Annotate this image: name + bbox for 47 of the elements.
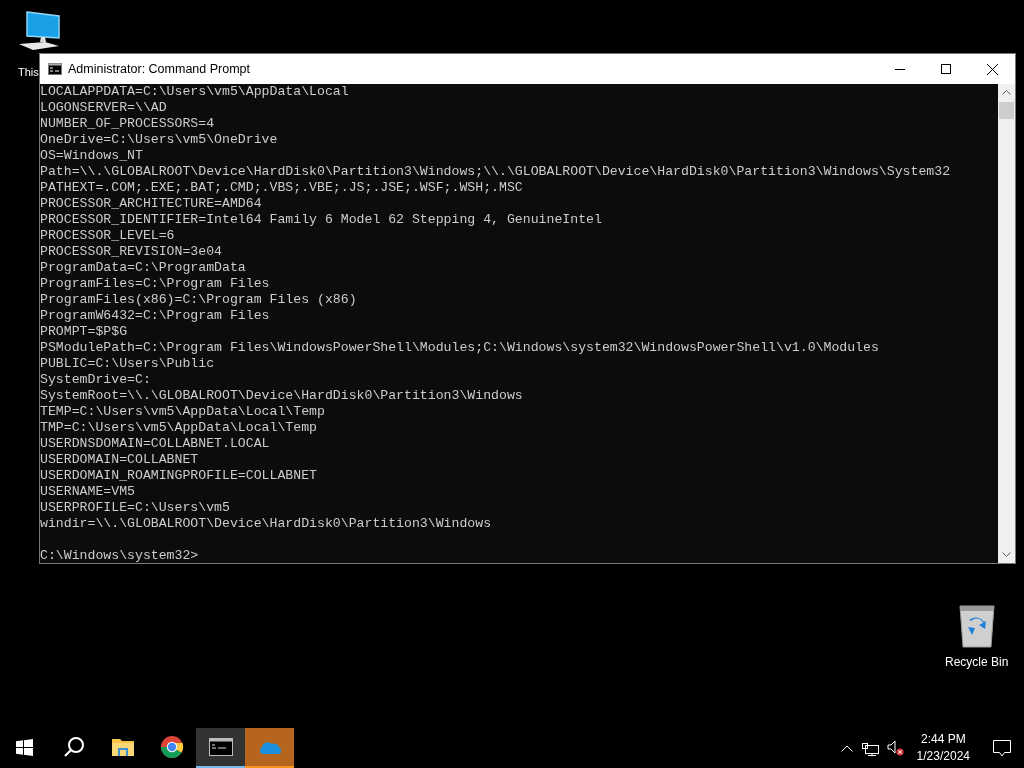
clock-date: 1/23/2024 bbox=[916, 748, 970, 765]
console-line: windir=\\.\GLOBALROOT\Device\HardDisk0\Partition3\Windows bbox=[40, 516, 492, 532]
browser-icon bbox=[159, 735, 184, 759]
console-line: PATHEXT=.COM;.EXE;.BAT;.CMD;.VBS;.VBE;.JS;.JSE;.WSF;.WSH;.MSC bbox=[40, 180, 523, 196]
console-line: PUBLIC=C:\Users\Public bbox=[40, 356, 215, 372]
clock-time: 2:44 PM bbox=[920, 731, 966, 748]
console-line: OneDrive=C:\Users\vm5\OneDrive bbox=[40, 132, 278, 148]
console-line: PROCESSOR_LEVEL=6 bbox=[40, 228, 175, 244]
console-line: LOGONSERVER=\\AD bbox=[40, 100, 167, 116]
scrollbar[interactable] bbox=[998, 84, 1015, 563]
console-line: LOCALAPPDATA=C:\Users\vm5\AppData\Local bbox=[40, 84, 349, 100]
search-icon bbox=[62, 736, 85, 758]
console-line: PROCESSOR_ARCHITECTURE=AMD64 bbox=[40, 196, 262, 212]
console-line: SystemRoot=\\.\GLOBALROOT\Device\HardDisk0\Partition3\Windows bbox=[40, 388, 523, 404]
command-prompt: C:\Windows\system32> bbox=[40, 548, 199, 563]
console-line: USERDOMAIN_ROAMINGPROFILE=COLLABNET bbox=[40, 468, 317, 484]
window-title: Administrator: Command Prompt bbox=[68, 60, 251, 78]
console-line: USERPROFILE=C:\Users\vm5 bbox=[40, 500, 230, 516]
console-line: OS=Windows_NT bbox=[40, 148, 143, 164]
console-line: ProgramW6432=C:\Program Files bbox=[40, 308, 270, 324]
console-line: NUMBER_OF_PROCESSORS=4 bbox=[40, 116, 215, 132]
icon-label: Recycle Bin bbox=[945, 654, 1009, 671]
console-line: ProgramData=C:\ProgramData bbox=[40, 260, 246, 276]
start-icon bbox=[16, 738, 33, 756]
icon-label: This bbox=[18, 65, 39, 80]
console-line: USERDOMAIN=COLLABNET bbox=[40, 452, 199, 468]
console-line: ProgramFiles=C:\Program Files bbox=[40, 276, 270, 292]
folder-icon bbox=[110, 737, 135, 757]
scroll-thumb[interactable] bbox=[999, 102, 1014, 119]
taskbar-button[interactable] bbox=[196, 728, 245, 768]
maximize-icon bbox=[941, 64, 951, 74]
console-line: USERNAME=VM5 bbox=[40, 484, 135, 500]
console-line: TEMP=C:\Users\vm5\AppData\Local\Temp bbox=[40, 404, 325, 420]
console-line: PSModulePath=C:\Program Files\WindowsPowerShell\Modules;C:\Windows\system32\WindowsPowerShell\v1.0\Modules bbox=[40, 340, 879, 356]
clock[interactable]: 2:44 PM 1/23/2024 bbox=[916, 731, 970, 765]
console-line: TMP=C:\Users\vm5\AppData\Local\Temp bbox=[40, 420, 317, 436]
console-line: PROCESSOR_IDENTIFIER=Intel64 Family 6 Model 62 Stepping 4, GenuineIntel bbox=[40, 212, 602, 228]
terminal-icon bbox=[208, 738, 233, 756]
close-icon bbox=[986, 63, 998, 75]
recycle-bin-icon[interactable] bbox=[956, 603, 997, 649]
console-line: PROMPT=$P$G bbox=[40, 324, 128, 340]
console-line: SystemDrive=C: bbox=[40, 372, 151, 388]
console-line: PROCESSOR_REVISION=3e04 bbox=[40, 244, 223, 260]
console-line: Path=\\.\GLOBALROOT\Device\HardDisk0\Partition3\Windows;\\.\GLOBALROOT\Device\HardDisk0\Partition3\Windows\System32 bbox=[40, 164, 951, 180]
console-icon bbox=[48, 63, 62, 75]
console-line: ProgramFiles(x86)=C:\Program Files (x86) bbox=[40, 292, 357, 308]
console-line: USERDNSDOMAIN=COLLABNET.LOCAL bbox=[40, 436, 270, 452]
